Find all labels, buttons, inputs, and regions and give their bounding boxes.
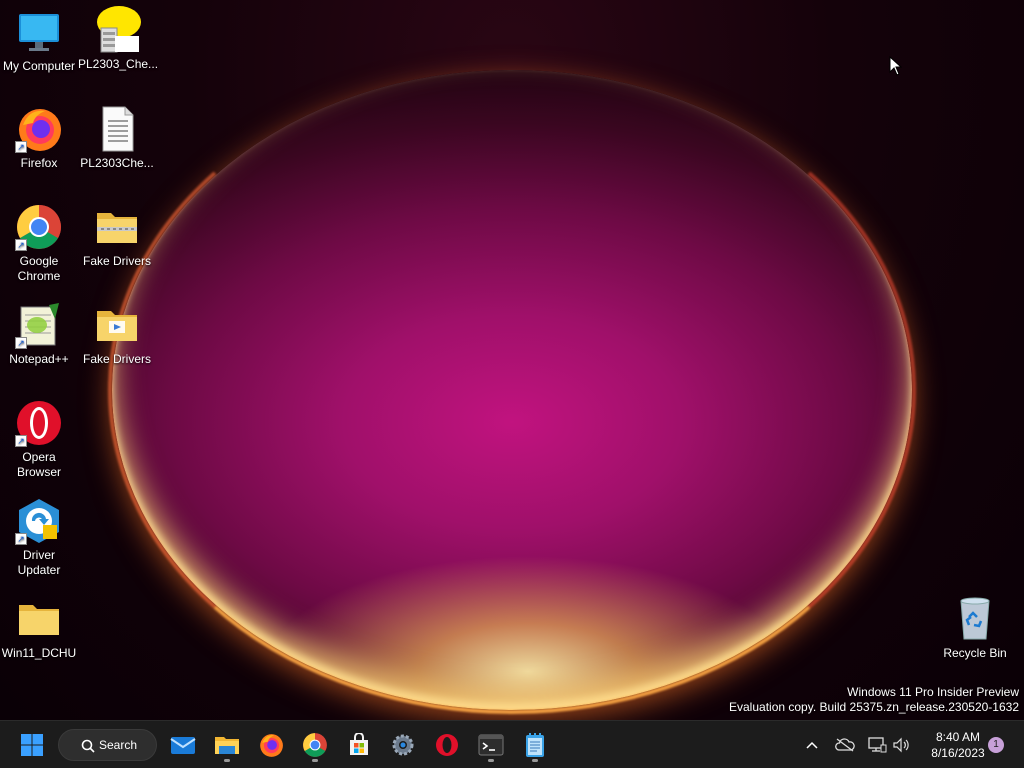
- desktop-icon-fake-drivers-zip[interactable]: Fake Drivers: [78, 203, 156, 269]
- folder-icon: [93, 301, 141, 349]
- opera-icon: [436, 734, 458, 756]
- desktop-icon-driver-updater[interactable]: ↗ Driver Updater: [0, 497, 78, 578]
- desktop-icon-opera-browser[interactable]: ↗ Opera Browser: [0, 399, 78, 480]
- desktop-icon-label: Notepad++: [9, 352, 69, 366]
- installer-icon: [93, 6, 141, 54]
- desktop-icon-label: Driver Updater: [17, 548, 61, 577]
- running-indicator: [488, 759, 494, 762]
- windows-start-icon: [21, 734, 43, 756]
- microsoft-store-icon: [350, 733, 368, 755]
- taskbar-chrome-button[interactable]: [297, 727, 333, 763]
- taskbar-notepad-button[interactable]: [517, 727, 553, 763]
- desktop-icon-label: Opera Browser: [16, 450, 61, 479]
- taskbar-file-explorer-button[interactable]: [209, 727, 245, 763]
- desktop-icon-label: Firefox: [20, 156, 58, 170]
- firefox-icon: ↗: [15, 105, 63, 153]
- search-label: Search: [99, 738, 138, 752]
- evaluation-watermark: Windows 11 Pro Insider Preview Evaluatio…: [729, 685, 1019, 715]
- desktop-icon-win11-dchu[interactable]: Win11_DCHU: [0, 595, 78, 661]
- recycle-bin-icon: [951, 595, 999, 643]
- desktop-icon-my-computer[interactable]: My Computer: [0, 8, 78, 74]
- desktop-icon-recycle-bin[interactable]: Recycle Bin: [936, 595, 1014, 661]
- taskbar-mail-button[interactable]: [165, 727, 201, 763]
- running-indicator: [312, 759, 318, 762]
- onedrive-tray-button[interactable]: [832, 727, 858, 763]
- running-indicator: [532, 759, 538, 762]
- terminal-icon: [478, 734, 504, 756]
- monitor-icon: [15, 8, 63, 56]
- shortcut-arrow-icon: ↗: [15, 533, 27, 545]
- desktop-icon-fake-drivers-folder[interactable]: Fake Drivers: [78, 301, 156, 367]
- volume-icon: [893, 737, 909, 753]
- desktop-icon-label: Fake Drivers: [82, 254, 151, 268]
- firefox-icon: [260, 734, 283, 757]
- desktop-icon-label: Win11_DCHU: [1, 646, 77, 660]
- folder-icon: [15, 595, 63, 643]
- text-file-icon: [93, 105, 141, 153]
- watermark-line-2: Evaluation copy. Build 25375.zn_release.…: [729, 700, 1019, 714]
- notification-badge[interactable]: 1: [988, 737, 1004, 753]
- zip-folder-icon: [93, 203, 141, 251]
- desktop-icon-label: PL2303Che...: [80, 156, 154, 170]
- shortcut-arrow-icon: ↗: [15, 141, 27, 153]
- desktop-icon-label: Recycle Bin: [943, 646, 1007, 660]
- taskbar-search-box[interactable]: Search: [58, 729, 157, 761]
- mail-icon: [170, 737, 196, 754]
- taskbar-opera-button[interactable]: [429, 727, 465, 763]
- network-tray-button[interactable]: [864, 727, 890, 763]
- onedrive-offline-icon: [835, 738, 855, 752]
- desktop-icon-label: Google Chrome: [17, 254, 61, 283]
- desktop-icon-google-chrome[interactable]: ↗ Google Chrome: [0, 203, 78, 284]
- desktop-icon-pl2303-installer[interactable]: PL2303_Che...: [78, 6, 159, 72]
- shortcut-arrow-icon: ↗: [15, 239, 27, 251]
- file-explorer-icon: [215, 737, 239, 754]
- running-indicator: [224, 759, 230, 762]
- desktop-icon-firefox[interactable]: ↗ Firefox: [0, 105, 78, 171]
- driver-updater-icon: ↗: [15, 497, 63, 545]
- shortcut-arrow-icon: ↗: [15, 435, 27, 447]
- desktop-icon-pl2303-text[interactable]: PL2303Che...: [78, 105, 156, 171]
- taskbar-firefox-button[interactable]: [253, 727, 289, 763]
- chrome-icon: ↗: [15, 203, 63, 251]
- watermark-line-1: Windows 11 Pro Insider Preview: [847, 685, 1019, 699]
- taskbar: Search 8:40 AM 8/16/2023 1: [0, 720, 1024, 768]
- desktop-icon-label: Fake Drivers: [82, 352, 151, 366]
- network-icon: [868, 737, 887, 753]
- taskbar-settings-button[interactable]: [385, 727, 421, 763]
- chevron-up-icon: [806, 741, 818, 749]
- volume-tray-button[interactable]: [889, 727, 913, 763]
- settings-icon: [392, 734, 414, 756]
- desktop-icon-label: PL2303_Che...: [78, 57, 159, 71]
- mouse-cursor-icon: [889, 55, 903, 80]
- desktop-icon-label: My Computer: [2, 59, 76, 73]
- shortcut-arrow-icon: ↗: [15, 337, 27, 349]
- search-icon: [81, 739, 95, 753]
- show-hidden-icons-button[interactable]: [800, 727, 824, 763]
- taskbar-store-button[interactable]: [341, 727, 377, 763]
- desktop-icon-notepadpp[interactable]: ↗ Notepad++: [0, 301, 78, 367]
- notepadpp-icon: ↗: [15, 301, 63, 349]
- start-button[interactable]: [14, 727, 50, 763]
- opera-icon: ↗: [15, 399, 63, 447]
- notepad-icon: [526, 733, 544, 757]
- wallpaper-orb-rim: [108, 66, 916, 714]
- taskbar-terminal-button[interactable]: [473, 727, 509, 763]
- chrome-icon: [303, 733, 327, 757]
